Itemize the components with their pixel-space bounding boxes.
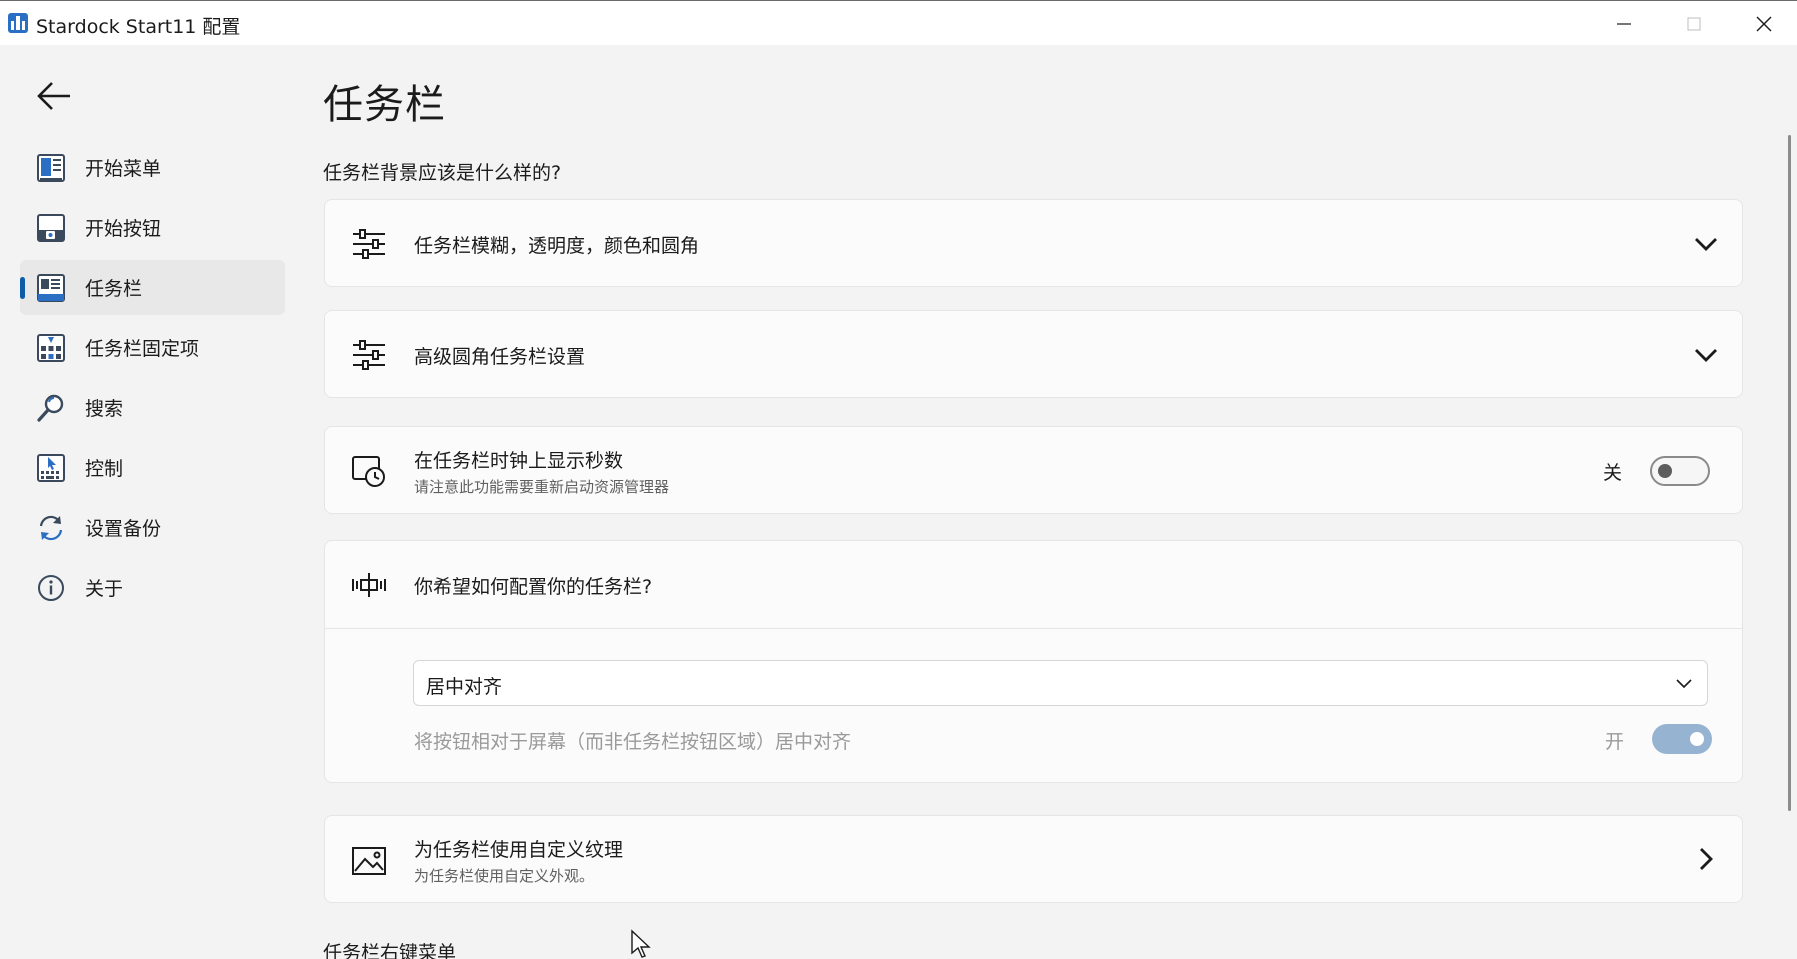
start-button-icon bbox=[37, 214, 65, 242]
clock-seconds-card: 在任务栏时钟上显示秒数 请注意此功能需要重新启动资源管理器 关 bbox=[324, 426, 1743, 514]
sidebar-item-label: 设置备份 bbox=[85, 518, 162, 540]
card-title: 任务栏模糊，透明度，颜色和圆角 bbox=[414, 235, 700, 257]
chevron-down-icon[interactable] bbox=[1692, 230, 1720, 258]
toggle-state-label: 开 bbox=[1605, 731, 1625, 753]
alignment-select[interactable]: 居中对齐 bbox=[413, 660, 1708, 706]
section-label-context-menu: 任务栏右键菜单 bbox=[323, 942, 457, 959]
maximize-icon bbox=[1687, 16, 1701, 31]
sidebar-item-control[interactable]: 控制 bbox=[20, 440, 285, 495]
section-label: 任务栏背景应该是什么样的? bbox=[323, 162, 562, 184]
sidebar-item-start-menu[interactable]: 开始菜单 bbox=[20, 140, 285, 195]
sidebar-item-start-button[interactable]: 开始按钮 bbox=[20, 200, 285, 255]
center-on-screen-toggle[interactable] bbox=[1652, 724, 1712, 754]
maximize-button[interactable] bbox=[1659, 1, 1729, 46]
page-title: 任务栏 bbox=[323, 82, 446, 128]
close-button[interactable] bbox=[1729, 1, 1797, 46]
backup-icon bbox=[39, 515, 63, 541]
app-logo-icon bbox=[8, 13, 28, 33]
start-menu-icon bbox=[37, 154, 65, 182]
card-title: 为任务栏使用自定义纹理 bbox=[414, 839, 624, 861]
align-center-icon bbox=[352, 573, 386, 597]
sliders-icon bbox=[353, 229, 385, 259]
taskbar-pins-icon bbox=[37, 334, 65, 362]
chevron-down-icon bbox=[1676, 679, 1692, 689]
sidebar-item-label: 任务栏固定项 bbox=[85, 338, 200, 360]
control-icon bbox=[37, 454, 65, 482]
card-title: 在任务栏时钟上显示秒数 bbox=[414, 450, 624, 472]
custom-texture-card[interactable]: 为任务栏使用自定义纹理 为任务栏使用自定义外观。 bbox=[324, 815, 1743, 903]
sidebar-item-taskbar[interactable]: 任务栏 bbox=[20, 260, 285, 315]
sidebar-item-backup[interactable]: 设置备份 bbox=[20, 500, 285, 555]
sidebar-item-about[interactable]: 关于 bbox=[20, 560, 285, 615]
taskbar-alignment-card: 你希望如何配置你的任务栏? 居中对齐 将按钮相对于屏幕（而非任务栏按钮区域）居中… bbox=[324, 540, 1743, 783]
chevron-down-icon[interactable] bbox=[1692, 341, 1720, 369]
sidebar-item-label: 任务栏 bbox=[85, 278, 143, 300]
sidebar-item-label: 开始菜单 bbox=[85, 158, 162, 180]
search-icon bbox=[37, 394, 64, 422]
show-seconds-toggle[interactable] bbox=[1650, 456, 1710, 486]
minimize-icon bbox=[1617, 22, 1631, 25]
sidebar-item-label: 控制 bbox=[85, 458, 124, 480]
sidebar-nav: 开始菜单 开始按钮 任务栏 任务栏固定项 搜索 控制 设置备份 关于 bbox=[20, 140, 285, 620]
mouse-cursor-icon bbox=[631, 929, 651, 958]
back-button[interactable] bbox=[34, 78, 74, 114]
clock-monitor-icon bbox=[352, 456, 385, 487]
toggle-state-label: 关 bbox=[1603, 462, 1623, 484]
center-option-label: 将按钮相对于屏幕（而非任务栏按钮区域）居中对齐 bbox=[414, 731, 852, 753]
chevron-right-icon[interactable] bbox=[1692, 845, 1720, 873]
card-subtitle: 为任务栏使用自定义外观。 bbox=[414, 867, 595, 885]
sidebar-item-label: 关于 bbox=[85, 578, 124, 600]
divider bbox=[325, 628, 1742, 629]
sidebar-item-label: 搜索 bbox=[85, 398, 124, 420]
sidebar-item-taskbar-pins[interactable]: 任务栏固定项 bbox=[20, 320, 285, 375]
advanced-rounded-card[interactable]: 高级圆角任务栏设置 bbox=[324, 310, 1743, 398]
window-title: Stardock Start11 配置 bbox=[36, 16, 241, 38]
card-subtitle: 请注意此功能需要重新启动资源管理器 bbox=[414, 478, 670, 496]
app-window: Stardock Start11 配置 开始菜单 开始按钮 任务栏 任务栏固定项… bbox=[0, 0, 1797, 959]
arrow-left-icon bbox=[37, 82, 70, 110]
alignment-select-value: 居中对齐 bbox=[426, 676, 503, 698]
card-title: 你希望如何配置你的任务栏? bbox=[414, 576, 653, 598]
blur-settings-card[interactable]: 任务栏模糊，透明度，颜色和圆角 bbox=[324, 199, 1743, 287]
taskbar-icon bbox=[37, 274, 65, 302]
sidebar-item-label: 开始按钮 bbox=[85, 218, 162, 240]
scrollbar[interactable] bbox=[1788, 135, 1791, 811]
sidebar-item-search[interactable]: 搜索 bbox=[20, 380, 285, 435]
minimize-button[interactable] bbox=[1589, 1, 1659, 46]
sliders-icon bbox=[353, 340, 385, 370]
close-icon bbox=[1756, 16, 1772, 31]
info-icon bbox=[38, 575, 64, 601]
image-icon bbox=[352, 847, 386, 875]
title-bar: Stardock Start11 配置 bbox=[0, 0, 1797, 45]
card-title: 高级圆角任务栏设置 bbox=[414, 346, 586, 368]
